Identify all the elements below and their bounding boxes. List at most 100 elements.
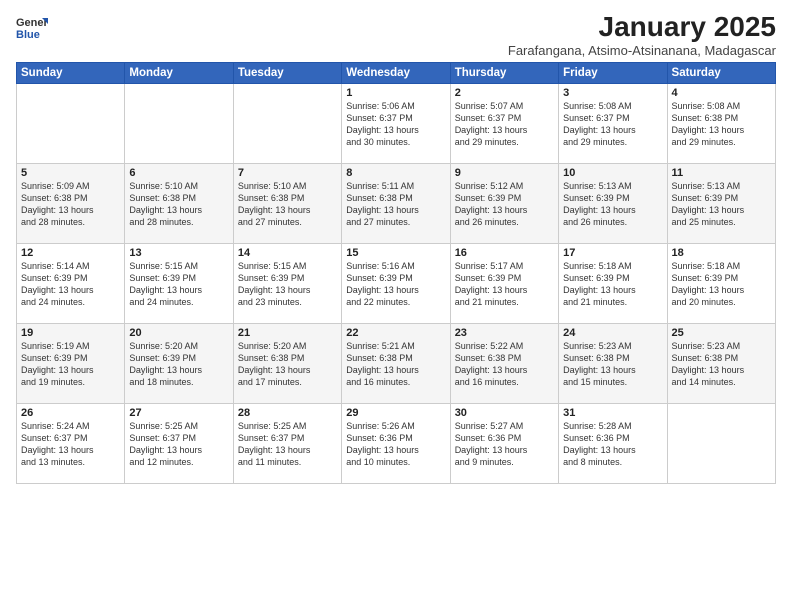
calendar-cell: 5Sunrise: 5:09 AM Sunset: 6:38 PM Daylig… [17,163,125,243]
day-number: 28 [238,407,337,419]
cell-info: Sunrise: 5:23 AM Sunset: 6:38 PM Dayligh… [563,340,662,389]
header-friday: Friday [559,62,667,83]
calendar-cell: 29Sunrise: 5:26 AM Sunset: 6:36 PM Dayli… [342,403,450,483]
cell-info: Sunrise: 5:20 AM Sunset: 6:38 PM Dayligh… [238,340,337,389]
calendar-cell: 14Sunrise: 5:15 AM Sunset: 6:39 PM Dayli… [233,243,341,323]
header-saturday: Saturday [667,62,775,83]
day-number: 14 [238,247,337,259]
cell-info: Sunrise: 5:12 AM Sunset: 6:39 PM Dayligh… [455,180,554,229]
title-block: January 2025 Farafangana, Atsimo-Atsinan… [508,12,776,58]
calendar-week-row: 5Sunrise: 5:09 AM Sunset: 6:38 PM Daylig… [17,163,776,243]
day-number: 30 [455,407,554,419]
cell-info: Sunrise: 5:24 AM Sunset: 6:37 PM Dayligh… [21,420,120,469]
day-number: 19 [21,327,120,339]
cell-info: Sunrise: 5:23 AM Sunset: 6:38 PM Dayligh… [672,340,771,389]
day-number: 3 [563,87,662,99]
header-wednesday: Wednesday [342,62,450,83]
day-number: 5 [21,167,120,179]
day-number: 26 [21,407,120,419]
day-number: 20 [129,327,228,339]
day-number: 27 [129,407,228,419]
day-number: 12 [21,247,120,259]
calendar-cell: 25Sunrise: 5:23 AM Sunset: 6:38 PM Dayli… [667,323,775,403]
cell-info: Sunrise: 5:06 AM Sunset: 6:37 PM Dayligh… [346,100,445,149]
calendar-cell: 26Sunrise: 5:24 AM Sunset: 6:37 PM Dayli… [17,403,125,483]
cell-info: Sunrise: 5:28 AM Sunset: 6:36 PM Dayligh… [563,420,662,469]
calendar-week-row: 1Sunrise: 5:06 AM Sunset: 6:37 PM Daylig… [17,83,776,163]
cell-info: Sunrise: 5:07 AM Sunset: 6:37 PM Dayligh… [455,100,554,149]
calendar-cell: 15Sunrise: 5:16 AM Sunset: 6:39 PM Dayli… [342,243,450,323]
calendar-cell: 6Sunrise: 5:10 AM Sunset: 6:38 PM Daylig… [125,163,233,243]
day-number: 10 [563,167,662,179]
cell-info: Sunrise: 5:16 AM Sunset: 6:39 PM Dayligh… [346,260,445,309]
calendar-week-row: 19Sunrise: 5:19 AM Sunset: 6:39 PM Dayli… [17,323,776,403]
calendar-cell: 16Sunrise: 5:17 AM Sunset: 6:39 PM Dayli… [450,243,558,323]
cell-info: Sunrise: 5:20 AM Sunset: 6:39 PM Dayligh… [129,340,228,389]
day-number: 17 [563,247,662,259]
day-number: 23 [455,327,554,339]
cell-info: Sunrise: 5:18 AM Sunset: 6:39 PM Dayligh… [563,260,662,309]
calendar-cell: 28Sunrise: 5:25 AM Sunset: 6:37 PM Dayli… [233,403,341,483]
calendar-week-row: 26Sunrise: 5:24 AM Sunset: 6:37 PM Dayli… [17,403,776,483]
calendar-cell: 20Sunrise: 5:20 AM Sunset: 6:39 PM Dayli… [125,323,233,403]
weekday-header-row: Sunday Monday Tuesday Wednesday Thursday… [17,62,776,83]
calendar-cell: 9Sunrise: 5:12 AM Sunset: 6:39 PM Daylig… [450,163,558,243]
calendar-cell: 17Sunrise: 5:18 AM Sunset: 6:39 PM Dayli… [559,243,667,323]
day-number: 16 [455,247,554,259]
cell-info: Sunrise: 5:15 AM Sunset: 6:39 PM Dayligh… [129,260,228,309]
cell-info: Sunrise: 5:13 AM Sunset: 6:39 PM Dayligh… [563,180,662,229]
calendar-cell: 13Sunrise: 5:15 AM Sunset: 6:39 PM Dayli… [125,243,233,323]
calendar-cell: 10Sunrise: 5:13 AM Sunset: 6:39 PM Dayli… [559,163,667,243]
cell-info: Sunrise: 5:13 AM Sunset: 6:39 PM Dayligh… [672,180,771,229]
day-number: 7 [238,167,337,179]
day-number: 11 [672,167,771,179]
cell-info: Sunrise: 5:17 AM Sunset: 6:39 PM Dayligh… [455,260,554,309]
cell-info: Sunrise: 5:10 AM Sunset: 6:38 PM Dayligh… [238,180,337,229]
day-number: 18 [672,247,771,259]
cell-info: Sunrise: 5:09 AM Sunset: 6:38 PM Dayligh… [21,180,120,229]
calendar-week-row: 12Sunrise: 5:14 AM Sunset: 6:39 PM Dayli… [17,243,776,323]
calendar-cell: 1Sunrise: 5:06 AM Sunset: 6:37 PM Daylig… [342,83,450,163]
day-number: 4 [672,87,771,99]
cell-info: Sunrise: 5:21 AM Sunset: 6:38 PM Dayligh… [346,340,445,389]
calendar-cell: 7Sunrise: 5:10 AM Sunset: 6:38 PM Daylig… [233,163,341,243]
day-number: 21 [238,327,337,339]
day-number: 24 [563,327,662,339]
calendar-cell: 31Sunrise: 5:28 AM Sunset: 6:36 PM Dayli… [559,403,667,483]
cell-info: Sunrise: 5:14 AM Sunset: 6:39 PM Dayligh… [21,260,120,309]
calendar-table: Sunday Monday Tuesday Wednesday Thursday… [16,62,776,484]
cell-info: Sunrise: 5:26 AM Sunset: 6:36 PM Dayligh… [346,420,445,469]
header-thursday: Thursday [450,62,558,83]
cell-info: Sunrise: 5:15 AM Sunset: 6:39 PM Dayligh… [238,260,337,309]
cell-info: Sunrise: 5:08 AM Sunset: 6:38 PM Dayligh… [672,100,771,149]
calendar-cell: 12Sunrise: 5:14 AM Sunset: 6:39 PM Dayli… [17,243,125,323]
svg-text:Blue: Blue [16,29,40,41]
cell-info: Sunrise: 5:25 AM Sunset: 6:37 PM Dayligh… [238,420,337,469]
calendar-cell: 27Sunrise: 5:25 AM Sunset: 6:37 PM Dayli… [125,403,233,483]
day-number: 13 [129,247,228,259]
cell-info: Sunrise: 5:11 AM Sunset: 6:38 PM Dayligh… [346,180,445,229]
header-tuesday: Tuesday [233,62,341,83]
calendar-cell: 21Sunrise: 5:20 AM Sunset: 6:38 PM Dayli… [233,323,341,403]
day-number: 15 [346,247,445,259]
calendar-cell [667,403,775,483]
day-number: 22 [346,327,445,339]
logo: General Blue [16,12,48,48]
calendar-cell [17,83,125,163]
day-number: 25 [672,327,771,339]
cell-info: Sunrise: 5:25 AM Sunset: 6:37 PM Dayligh… [129,420,228,469]
calendar-cell: 19Sunrise: 5:19 AM Sunset: 6:39 PM Dayli… [17,323,125,403]
day-number: 6 [129,167,228,179]
cell-info: Sunrise: 5:08 AM Sunset: 6:37 PM Dayligh… [563,100,662,149]
cell-info: Sunrise: 5:27 AM Sunset: 6:36 PM Dayligh… [455,420,554,469]
cell-info: Sunrise: 5:18 AM Sunset: 6:39 PM Dayligh… [672,260,771,309]
day-number: 29 [346,407,445,419]
calendar-cell [233,83,341,163]
calendar-cell: 18Sunrise: 5:18 AM Sunset: 6:39 PM Dayli… [667,243,775,323]
month-title: January 2025 [508,12,776,43]
header-monday: Monday [125,62,233,83]
calendar-cell [125,83,233,163]
logo-icon: General Blue [16,12,48,48]
calendar-cell: 11Sunrise: 5:13 AM Sunset: 6:39 PM Dayli… [667,163,775,243]
calendar-cell: 24Sunrise: 5:23 AM Sunset: 6:38 PM Dayli… [559,323,667,403]
